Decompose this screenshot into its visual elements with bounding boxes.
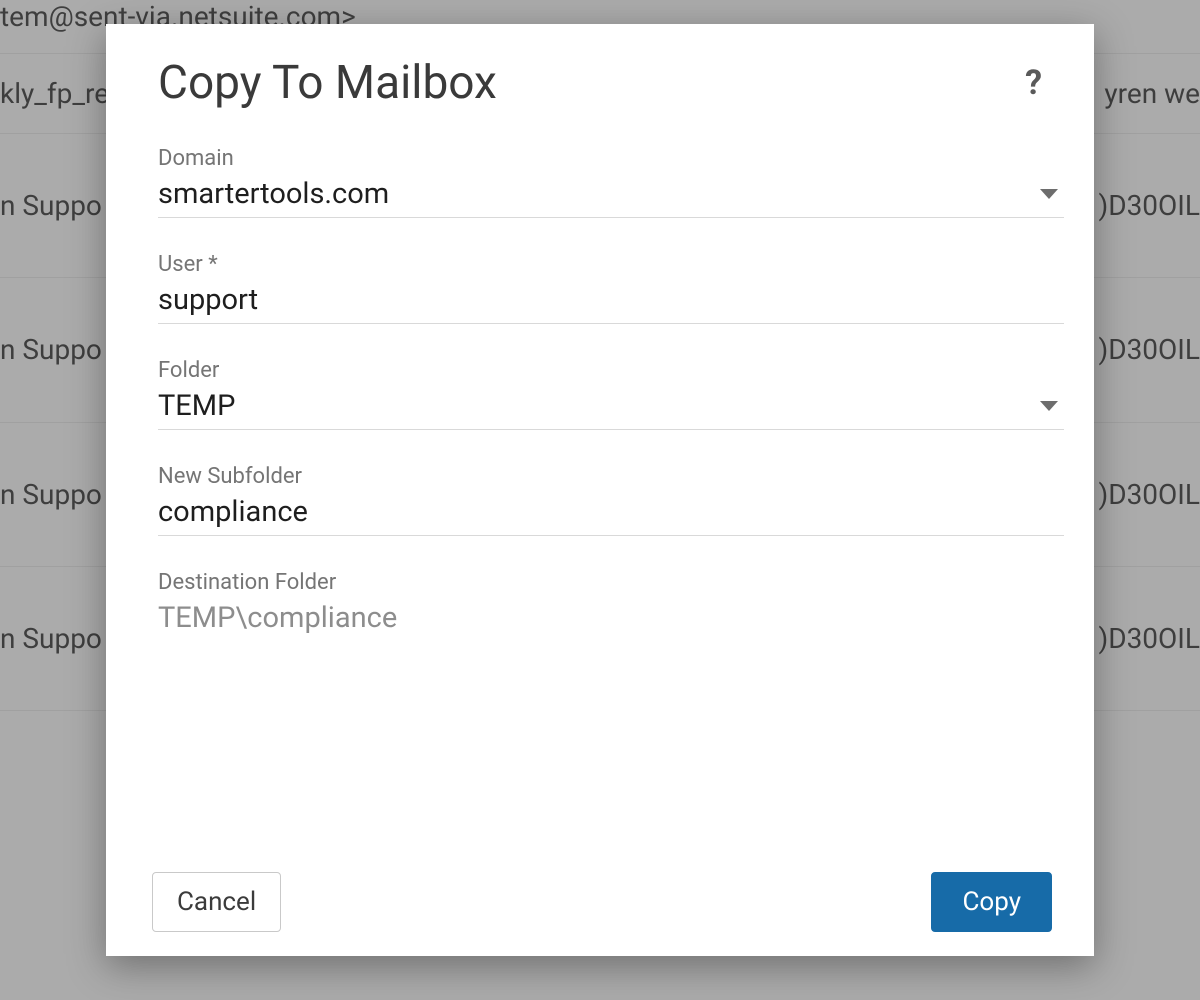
domain-label: Domain xyxy=(158,146,1064,171)
cancel-button[interactable]: Cancel xyxy=(152,872,281,932)
folder-field[interactable]: Folder TEMP xyxy=(158,358,1064,430)
dialog-footer: Cancel Copy xyxy=(152,864,1064,932)
user-input[interactable] xyxy=(158,283,1064,317)
new-subfolder-field[interactable]: New Subfolder xyxy=(158,464,1064,536)
dialog-form: Domain smartertools.com User * Folder TE… xyxy=(158,146,1064,864)
copy-to-mailbox-dialog: Copy To Mailbox ? Domain smartertools.co… xyxy=(106,24,1094,956)
chevron-down-icon xyxy=(1040,189,1058,199)
new-subfolder-input[interactable] xyxy=(158,495,1064,529)
user-field[interactable]: User * xyxy=(158,252,1064,324)
folder-label: Folder xyxy=(158,358,1064,383)
user-label: User * xyxy=(158,252,1064,277)
dialog-header: Copy To Mailbox ? xyxy=(158,56,1064,110)
copy-button[interactable]: Copy xyxy=(931,872,1052,932)
domain-field[interactable]: Domain smartertools.com xyxy=(158,146,1064,218)
domain-value: smartertools.com xyxy=(158,177,389,211)
new-subfolder-label: New Subfolder xyxy=(158,464,1064,489)
help-icon[interactable]: ? xyxy=(1015,59,1052,107)
dialog-title: Copy To Mailbox xyxy=(158,56,497,110)
chevron-down-icon xyxy=(1040,401,1058,411)
destination-folder-value: TEMP\compliance xyxy=(158,601,397,635)
destination-folder-field: Destination Folder TEMP\compliance xyxy=(158,570,1064,641)
destination-folder-label: Destination Folder xyxy=(158,570,1064,595)
folder-value: TEMP xyxy=(158,389,235,423)
